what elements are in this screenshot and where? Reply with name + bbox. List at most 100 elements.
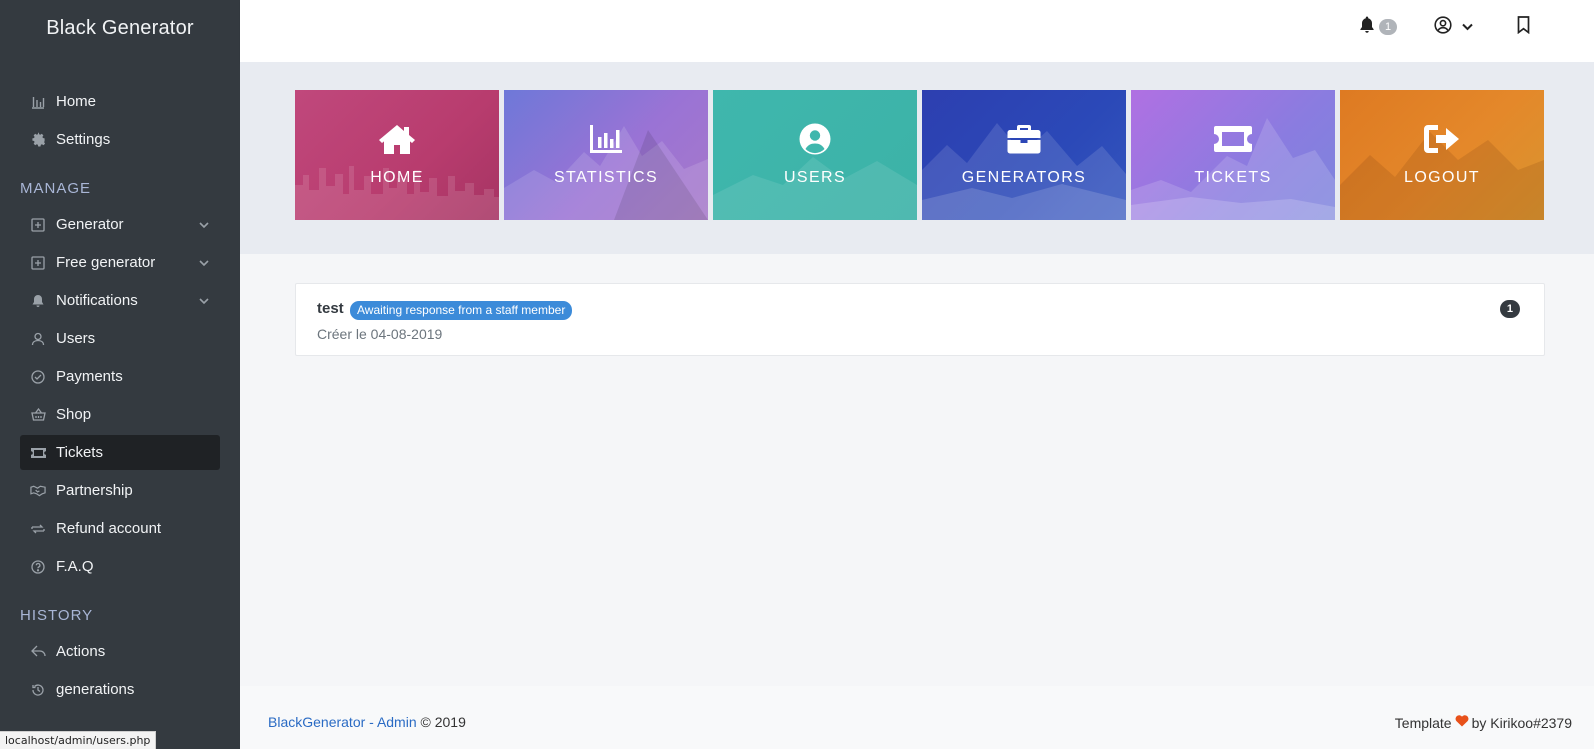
sidebar-item-settings[interactable]: Settings (20, 122, 220, 157)
manage-heading: MANAGE (20, 180, 92, 197)
sidebar-item-label: Refund account (56, 520, 162, 537)
sidebar-item-notifications[interactable]: Notifications (20, 283, 220, 318)
sidebar-item-label: Actions (56, 643, 106, 660)
sidebar-item-refund-account[interactable]: Refund account (20, 511, 220, 546)
sign-out-icon (1422, 123, 1462, 155)
sidebar-item-label: Users (56, 330, 96, 347)
mountain-backdrop (504, 126, 708, 220)
sidebar-item-label: Shop (56, 406, 92, 423)
sidebar-item-label: generations (56, 681, 135, 698)
sidebar-item-label: Notifications (56, 292, 138, 309)
sidebar-item-label: Tickets (56, 444, 103, 461)
sidebar-item-generations[interactable]: generations (20, 672, 220, 707)
user-circle-icon (1434, 15, 1452, 39)
user-circle-icon (795, 123, 835, 155)
sidebar-nav-manage: Generator Free generator Notifications U… (0, 207, 240, 584)
tile-logout[interactable]: LOGOUT (1340, 90, 1544, 220)
sidebar-item-label: Free generator (56, 254, 156, 271)
sidebar-item-label: Home (56, 93, 97, 110)
ticket-icon (1213, 123, 1253, 155)
ticket-date: Créer le 04-08-2019 (317, 326, 443, 342)
footer-left: BlackGenerator - Admin © 2019 (268, 714, 466, 730)
check-circle-icon (30, 369, 46, 385)
tile-label: LOGOUT (1404, 169, 1480, 186)
handshake-icon (30, 483, 46, 499)
reply-icon (30, 644, 46, 660)
sidebar-item-label: Payments (56, 368, 123, 385)
history-heading: HISTORY (20, 607, 94, 624)
plus-square-icon (30, 255, 46, 271)
tile-home[interactable]: HOME (295, 90, 499, 220)
sidebar-item-actions[interactable]: Actions (20, 634, 220, 669)
ticket-title: test (317, 300, 344, 317)
tile-users[interactable]: USERS (713, 90, 917, 220)
history-icon (30, 682, 46, 698)
ticket-card[interactable]: test Awaiting response from a staff memb… (295, 283, 1545, 356)
mountain-backdrop (1340, 132, 1544, 220)
mountain-backdrop (713, 157, 917, 220)
house-icon (377, 123, 417, 155)
footer-copyright: © 2019 (420, 714, 466, 730)
browser-status-url: localhost/admin/users.php (0, 731, 157, 749)
sidebar-nav-history: Actions generations (0, 634, 240, 707)
message-count-badge: 1 (1499, 300, 1520, 318)
sidebar-nav-main: Home Settings (0, 84, 240, 157)
sidebar-item-payments[interactable]: Payments (20, 359, 220, 394)
sidebar-item-label: Partnership (56, 482, 133, 499)
sidebar-item-partnership[interactable]: Partnership (20, 473, 220, 508)
sidebar-item-tickets[interactable]: Tickets (20, 435, 220, 470)
sidebar-item-home[interactable]: Home (20, 84, 220, 119)
bell-icon (30, 293, 46, 309)
mountain-backdrop (1131, 118, 1335, 220)
sidebar-item-free-generator[interactable]: Free generator (20, 245, 220, 280)
bar-chart-icon (30, 94, 46, 110)
mountain-backdrop (922, 123, 1126, 220)
tile-label: USERS (783, 169, 847, 186)
bar-chart-icon (586, 123, 626, 155)
tile-label: TICKETS (1194, 169, 1272, 186)
plus-square-icon (30, 217, 46, 233)
bookmark-icon (1517, 15, 1530, 39)
tile-label: HOME (370, 169, 424, 186)
question-circle-icon (30, 559, 46, 575)
tile-label: GENERATORS (961, 169, 1087, 186)
refresh-icon (30, 521, 46, 537)
sidebar-item-label: Generator (56, 216, 124, 233)
sidebar-item-label: F.A.Q (56, 558, 94, 575)
notification-count-badge: 1 (1379, 19, 1398, 35)
ticket-icon (30, 445, 46, 461)
tile-label: STATISTICS (553, 169, 659, 186)
chevron-down-icon (198, 218, 210, 230)
city-backdrop (295, 166, 499, 220)
user-icon (30, 331, 46, 347)
sidebar: Black Generator Home Settings MANAGE Gen… (0, 0, 240, 749)
sidebar-item-generator[interactable]: Generator (20, 207, 220, 242)
footer-template-text: Template (1394, 714, 1452, 731)
briefcase-icon (1004, 123, 1044, 155)
chevron-down-icon (198, 294, 210, 306)
sidebar-item-users[interactable]: Users (20, 321, 220, 356)
sidebar-item-shop[interactable]: Shop (20, 397, 220, 432)
footer-brand-link[interactable]: BlackGenerator - Admin (268, 714, 417, 730)
heart-icon (1455, 714, 1469, 731)
bell-icon (1359, 16, 1375, 38)
tile-generators[interactable]: GENERATORS (922, 90, 1126, 220)
basket-icon (30, 407, 46, 423)
status-badge: Awaiting response from a staff member (350, 301, 573, 320)
gear-icon (30, 132, 46, 148)
footer-right: Template by Kirikoo#2379 (1395, 714, 1572, 731)
notifications-button[interactable]: 1 (1359, 16, 1398, 38)
sidebar-item-label: Settings (56, 131, 111, 148)
sidebar-item-faq[interactable]: F.A.Q (20, 549, 220, 584)
chevron-down-icon (198, 256, 210, 268)
brand-title[interactable]: Black Generator (0, 0, 240, 56)
user-menu-button[interactable] (1434, 15, 1473, 39)
tile-statistics[interactable]: STATISTICS (504, 90, 708, 220)
shortcut-tiles: HOME STATISTICS USERS GENERATORS TICKETS… (295, 90, 1544, 220)
topbar: 1 (240, 0, 1594, 62)
footer-author: by Kirikoo#2379 (1471, 714, 1572, 731)
bookmark-button[interactable] (1517, 15, 1530, 39)
footer: BlackGenerator - Admin © 2019 Template b… (240, 686, 1594, 749)
chevron-down-icon (1462, 18, 1473, 36)
tile-tickets[interactable]: TICKETS (1131, 90, 1335, 220)
